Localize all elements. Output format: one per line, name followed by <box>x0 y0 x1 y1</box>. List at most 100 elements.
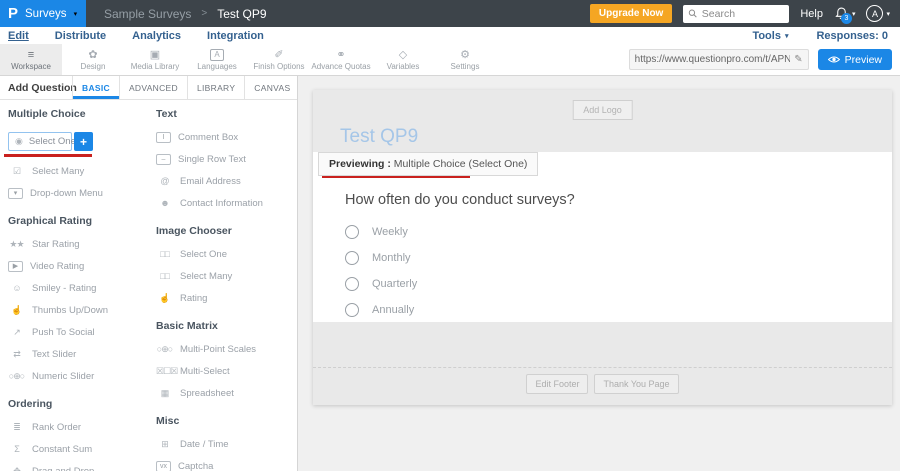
question-type-multi-select[interactable]: ☒☐☒Multi-Select <box>156 366 297 377</box>
radio-button-icon[interactable] <box>345 251 359 265</box>
toolbar-variables[interactable]: ◇Variables <box>372 44 434 75</box>
question-type-drag-and-drop[interactable]: ✥Drag and Drop <box>8 466 154 471</box>
question-type-label: Star Rating <box>32 239 80 250</box>
nav-item-analytics[interactable]: Analytics <box>132 30 181 42</box>
survey-header-band: Add Logo Test QP9 <box>313 90 892 152</box>
question-type-thumbs-up-down[interactable]: ☝Thumbs Up/Down <box>8 305 154 316</box>
nav-item-edit[interactable]: Edit <box>8 30 29 42</box>
toolbar-media-library[interactable]: ▣Media Library <box>124 44 186 75</box>
search-input[interactable] <box>702 8 785 20</box>
topbar-actions: Upgrade Now Help 3 ▾ A ▾ <box>590 0 900 27</box>
toolbar-languages[interactable]: ALanguages <box>186 44 248 75</box>
edit-url-pencil-icon[interactable]: ✎ <box>790 54 802 65</box>
panel-title: Add Question <box>0 76 72 99</box>
date-time-icon: ⊞ <box>156 439 173 450</box>
select-many-icon: ☑ <box>8 166 25 177</box>
upgrade-now-button[interactable]: Upgrade Now <box>590 4 672 23</box>
question-type-select-one[interactable]: ◉Select One <box>8 132 72 151</box>
surveys-menu[interactable]: P Surveys ▾ <box>0 0 86 27</box>
nav-item-integration[interactable]: Integration <box>207 30 264 42</box>
option-label: Monthly <box>372 252 411 264</box>
panel-tabs: BASICADVANCEDLIBRARYCANVAS <box>72 76 298 99</box>
rank-order-icon: ≣ <box>8 422 25 433</box>
workspace-icon: ≡ <box>28 49 34 61</box>
tab-library[interactable]: LIBRARY <box>187 76 244 99</box>
tab-canvas[interactable]: CANVAS <box>244 76 298 99</box>
question-type-text-slider[interactable]: ⇄Text Slider <box>8 349 154 360</box>
toolbar-right: ✎ Preview <box>629 44 900 75</box>
question-type-push-to-social[interactable]: ↗Push To Social <box>8 327 154 338</box>
question-type-single-row-text[interactable]: –Single Row Text <box>156 154 297 165</box>
multi-select-icon: ☒☐☒ <box>156 366 173 377</box>
toolbar-finish-options[interactable]: ✐Finish Options <box>248 44 310 75</box>
radio-button-icon[interactable] <box>345 225 359 239</box>
question-type-select-many[interactable]: □□ Select Many <box>156 271 297 282</box>
breadcrumb-parent[interactable]: Sample Surveys <box>104 7 191 21</box>
question-type-label: Multi-Point Scales <box>180 344 256 355</box>
nav-item-distribute[interactable]: Distribute <box>55 30 106 42</box>
question-type-rank-order[interactable]: ≣Rank Order <box>8 422 154 433</box>
survey-url-input[interactable] <box>635 54 791 65</box>
survey-url-box[interactable]: ✎ <box>629 49 809 70</box>
responses-count[interactable]: Responses: 0 <box>816 30 888 42</box>
question-type-captcha[interactable]: vxCaptcha <box>156 461 297 471</box>
question-type-constant-sum[interactable]: ΣConstant Sum <box>8 444 154 455</box>
question-type-label: Smiley - Rating <box>32 283 96 294</box>
drag-and-drop-icon: ✥ <box>8 466 25 471</box>
tab-advanced[interactable]: ADVANCED <box>119 76 187 99</box>
add-question-type-button[interactable]: + <box>74 132 93 151</box>
notifications-button[interactable]: 3 ▾ <box>834 6 856 21</box>
footer-buttons: Edit Footer Thank You Page <box>313 374 892 394</box>
question-type-label: Select One <box>180 249 227 260</box>
edit-footer-button[interactable]: Edit Footer <box>526 374 588 394</box>
question-type-label: Select Many <box>180 271 232 282</box>
toolbar-advance-quotas[interactable]: ⚭Advance Quotas <box>310 44 372 75</box>
toolbar-item-label: Variables <box>387 62 420 71</box>
multi-point-scales-icon: ○⊕○ <box>156 344 173 355</box>
option-quarterly: Quarterly <box>345 276 892 291</box>
question-type-date-time[interactable]: ⊞ Date / Time <box>156 439 297 450</box>
help-link[interactable]: Help <box>800 8 823 20</box>
tab-basic[interactable]: BASIC <box>72 76 119 99</box>
account-menu[interactable]: A ▾ <box>866 5 890 22</box>
question-type-numeric-slider[interactable]: ○⊕○Numeric Slider <box>8 371 154 382</box>
footer-divider <box>313 367 892 368</box>
question-type-drop-down-menu[interactable]: ▾Drop-down Menu <box>8 188 154 199</box>
chevron-down-icon: ▾ <box>886 10 890 18</box>
toolbar-settings[interactable]: ⚙Settings <box>434 44 496 75</box>
email-address-icon: @ <box>156 176 173 187</box>
finish-options-icon: ✐ <box>274 49 283 61</box>
question-type-spreadsheet[interactable]: ▦Spreadsheet <box>156 388 297 399</box>
question-type-label: Contact Information <box>180 198 263 209</box>
question-type-select-one[interactable]: □□Select One <box>156 249 297 260</box>
rating-icon: ☝ <box>156 293 173 304</box>
radio-button-icon[interactable] <box>345 277 359 291</box>
add-logo-button[interactable]: Add Logo <box>572 100 633 120</box>
toolbar-design[interactable]: ✿Design <box>62 44 124 75</box>
chevron-down-icon: ▾ <box>852 10 856 18</box>
preview-button[interactable]: Preview <box>818 49 892 70</box>
question-type-rating[interactable]: ☝Rating <box>156 293 297 304</box>
question-type-label: Thumbs Up/Down <box>32 305 108 316</box>
question-type-select-many[interactable]: ☑Select Many <box>8 166 154 177</box>
question-type-star-rating[interactable]: ★★ Star Rating <box>8 239 154 250</box>
select-many-icon: □□ <box>156 271 173 282</box>
secondary-nav: Edit Distribute Analytics Integration Tools… <box>0 27 900 44</box>
question-type-multi-point-scales[interactable]: ○⊕○ Multi-Point Scales <box>156 344 297 355</box>
search-box[interactable] <box>683 5 789 23</box>
thank-you-page-button[interactable]: Thank You Page <box>594 374 678 394</box>
question-type-smiley-rating[interactable]: ☺Smiley - Rating <box>8 283 154 294</box>
top-bar: P Surveys ▾ Sample Surveys > Test QP9 Up… <box>0 0 900 27</box>
variables-icon: ◇ <box>399 49 407 61</box>
toolbar-workspace[interactable]: ≡Workspace <box>0 44 62 75</box>
tools-menu[interactable]: Tools ▾ <box>752 30 788 42</box>
star-rating-icon: ★★ <box>8 239 25 250</box>
question-type-label: Date / Time <box>180 439 229 450</box>
question-type-email-address[interactable]: @Email Address <box>156 176 297 187</box>
radio-button-icon[interactable] <box>345 303 359 317</box>
captcha-icon: vx <box>156 461 171 471</box>
question-type-contact-information[interactable]: ☻Contact Information <box>156 198 297 209</box>
question-type-video-rating[interactable]: ▶Video Rating <box>8 261 154 272</box>
question-type-comment-box[interactable]: IComment Box <box>156 132 297 143</box>
chevron-down-icon: ▾ <box>74 10 78 18</box>
